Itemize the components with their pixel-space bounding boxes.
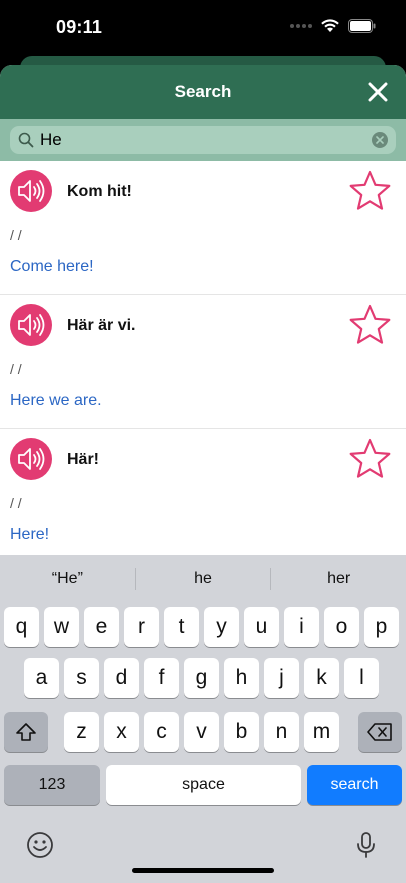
- speaker-icon: [18, 180, 45, 202]
- item-translation: Here we are.: [10, 392, 102, 409]
- page-title: Search: [174, 82, 232, 101]
- suggestion-item[interactable]: “He”: [0, 570, 135, 588]
- key-m[interactable]: m: [304, 712, 339, 752]
- key-p[interactable]: p: [364, 607, 399, 647]
- wifi-icon: [321, 19, 339, 32]
- key-d[interactable]: d: [104, 658, 139, 698]
- key-e[interactable]: e: [84, 607, 119, 647]
- key-n[interactable]: n: [264, 712, 299, 752]
- screen: 09:11 Search He Kom hit! / / Come here! …: [0, 0, 406, 883]
- key-v[interactable]: v: [184, 712, 219, 752]
- item-phonetic: / /: [10, 227, 22, 243]
- favorite-star-icon[interactable]: [348, 303, 392, 347]
- key-b[interactable]: b: [224, 712, 259, 752]
- item-phonetic: / /: [10, 495, 22, 511]
- list-item[interactable]: Här! / / Here!: [0, 429, 406, 563]
- play-audio-button[interactable]: [10, 170, 52, 212]
- home-indicator: [132, 868, 274, 873]
- shift-key[interactable]: [4, 712, 48, 752]
- key-y[interactable]: y: [204, 607, 239, 647]
- play-audio-button[interactable]: [10, 438, 52, 480]
- close-icon[interactable]: [366, 80, 390, 104]
- numbers-key[interactable]: 123: [4, 765, 100, 805]
- battery-icon: [348, 18, 376, 33]
- speaker-icon: [18, 314, 45, 336]
- list-item[interactable]: Här är vi. / / Here we are.: [0, 295, 406, 429]
- suggestion-bar: “He” he her: [0, 555, 406, 603]
- key-l[interactable]: l: [344, 658, 379, 698]
- key-k[interactable]: k: [304, 658, 339, 698]
- clear-icon: [376, 136, 384, 144]
- favorite-star-icon[interactable]: [348, 169, 392, 213]
- delete-key[interactable]: [358, 712, 402, 752]
- key-g[interactable]: g: [184, 658, 219, 698]
- search-bar: [0, 119, 406, 161]
- item-translation: Come here!: [10, 258, 94, 275]
- key-q[interactable]: q: [4, 607, 39, 647]
- nav-bar: Search: [0, 65, 406, 119]
- key-w[interactable]: w: [44, 607, 79, 647]
- list-item[interactable]: Kom hit! / / Come here!: [0, 161, 406, 295]
- item-title: Här är vi.: [67, 317, 136, 334]
- shift-icon: [16, 723, 36, 741]
- backspace-icon: [367, 723, 392, 741]
- key-i[interactable]: i: [284, 607, 319, 647]
- key-s[interactable]: s: [64, 658, 99, 698]
- status-icons: [290, 18, 376, 33]
- microphone-icon[interactable]: [351, 830, 381, 860]
- emoji-icon[interactable]: [25, 830, 55, 860]
- item-translation: Here!: [10, 526, 50, 543]
- key-o[interactable]: o: [324, 607, 359, 647]
- key-r[interactable]: r: [124, 607, 159, 647]
- item-title: Kom hit!: [67, 183, 132, 200]
- search-key[interactable]: search: [307, 765, 402, 805]
- key-c[interactable]: c: [144, 712, 179, 752]
- status-bar: 09:11: [0, 0, 406, 56]
- item-phonetic: / /: [10, 361, 22, 377]
- key-j[interactable]: j: [264, 658, 299, 698]
- suggestion-item[interactable]: he: [136, 570, 271, 588]
- status-time: 09:11: [56, 17, 103, 37]
- play-audio-button[interactable]: [10, 304, 52, 346]
- key-h[interactable]: h: [224, 658, 259, 698]
- key-f[interactable]: f: [144, 658, 179, 698]
- search-icon: [18, 132, 34, 148]
- key-x[interactable]: x: [104, 712, 139, 752]
- space-key[interactable]: space: [106, 765, 301, 805]
- keyboard: “He” he her q w e r t y u i o p a s d f …: [0, 555, 406, 883]
- key-u[interactable]: u: [244, 607, 279, 647]
- item-title: Här!: [67, 451, 100, 468]
- clear-search-button[interactable]: [372, 132, 388, 148]
- key-t[interactable]: t: [164, 607, 199, 647]
- search-input[interactable]: [40, 130, 340, 150]
- key-a[interactable]: a: [24, 658, 59, 698]
- speaker-icon: [18, 448, 45, 470]
- results-list: Kom hit! / / Come here! Här är vi. / / H…: [0, 161, 406, 563]
- search-field[interactable]: [10, 126, 396, 154]
- cellular-icon: [290, 23, 312, 28]
- key-z[interactable]: z: [64, 712, 99, 752]
- suggestion-item[interactable]: her: [271, 570, 406, 588]
- favorite-star-icon[interactable]: [348, 437, 392, 481]
